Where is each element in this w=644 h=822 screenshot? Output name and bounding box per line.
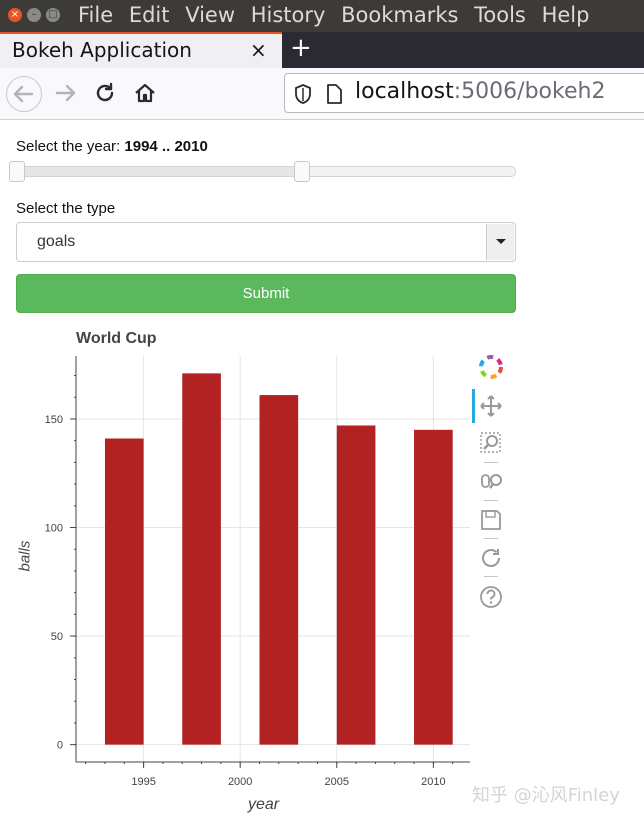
y-tick-label: 100 — [45, 523, 63, 535]
menu-file[interactable]: File — [78, 3, 113, 27]
x-tick-label: 2005 — [325, 776, 349, 788]
tab-close-icon[interactable]: × — [250, 38, 267, 62]
reset-icon[interactable] — [478, 545, 504, 571]
url-host: localhost — [355, 79, 454, 104]
arrow-left-icon — [13, 85, 34, 103]
chevron-down-icon[interactable] — [486, 224, 514, 260]
toolbar-active-indicator — [472, 389, 475, 423]
help-icon[interactable] — [478, 584, 504, 610]
window-close-button[interactable]: × — [8, 8, 22, 22]
forward-button[interactable] — [48, 76, 84, 112]
menu-history[interactable]: History — [251, 3, 326, 27]
shield-icon[interactable] — [293, 83, 313, 105]
bokeh-logo-icon[interactable] — [478, 354, 504, 380]
new-tab-button[interactable]: + — [290, 33, 312, 63]
page-icon — [327, 84, 342, 104]
pan-icon[interactable] — [478, 393, 504, 419]
type-select-label: Select the type — [16, 200, 116, 217]
watermark: 知乎 @沁风Finley — [472, 785, 620, 806]
y-tick-label: 50 — [51, 631, 63, 643]
submit-button[interactable]: Submit — [16, 274, 516, 313]
arrow-right-icon — [55, 84, 76, 102]
toolbar-separator — [484, 462, 498, 463]
bar[interactable] — [414, 429, 453, 745]
tab-strip: Bokeh Application × + — [0, 32, 644, 68]
menu-edit[interactable]: Edit — [129, 3, 170, 27]
x-tick-label: 1995 — [131, 776, 155, 788]
save-icon[interactable] — [478, 507, 504, 533]
menu-list: File Edit View History Bookmarks Tools H… — [78, 3, 598, 27]
year-slider-start-handle[interactable] — [9, 161, 25, 182]
y-axis-label: balls — [16, 540, 34, 572]
bar[interactable] — [104, 438, 144, 745]
bar[interactable] — [336, 425, 376, 745]
toolbar-separator — [484, 576, 498, 577]
tab-bokeh-application[interactable]: Bokeh Application × — [0, 32, 282, 68]
menu-bookmarks[interactable]: Bookmarks — [341, 3, 458, 27]
year-slider-label-text: Select the year: — [16, 138, 125, 155]
type-select[interactable]: goals — [16, 222, 516, 262]
toolbar-separator — [484, 500, 498, 501]
type-select-value: goals — [37, 233, 76, 250]
os-menubar: × – □ File Edit View History Bookmarks T… — [0, 0, 644, 32]
year-slider-label: Select the year: 1994 .. 2010 — [16, 138, 208, 155]
navigation-bar: localhost:5006/bokeh2 — [0, 68, 644, 120]
y-tick-label: 0 — [57, 740, 63, 752]
tab-title: Bokeh Application — [12, 38, 192, 62]
year-slider-end-handle[interactable] — [294, 161, 310, 182]
reload-button[interactable] — [88, 76, 124, 112]
window-minimize-button[interactable]: – — [27, 8, 41, 22]
home-icon — [135, 83, 155, 103]
x-axis-label: year — [248, 796, 280, 813]
url-path: :5006/bokeh2 — [453, 79, 606, 104]
reload-icon — [96, 82, 114, 102]
url-text[interactable]: localhost:5006/bokeh2 — [355, 79, 605, 104]
home-button[interactable] — [128, 76, 164, 112]
window-maximize-button[interactable]: □ — [46, 8, 60, 22]
world-cup-chart[interactable]: 0 50 100 150 1995 2000 2005 2010 — [0, 322, 470, 822]
menu-help[interactable]: Help — [542, 3, 590, 27]
menu-view[interactable]: View — [185, 3, 235, 27]
bar[interactable] — [182, 373, 221, 745]
toolbar-separator — [484, 538, 498, 539]
wheel-zoom-icon[interactable] — [478, 469, 504, 495]
url-bar[interactable]: localhost:5006/bokeh2 — [284, 73, 644, 113]
year-slider-value: 1994 .. 2010 — [124, 138, 208, 155]
menu-tools[interactable]: Tools — [474, 3, 526, 27]
box-zoom-icon[interactable] — [478, 430, 504, 456]
y-tick-label: 150 — [45, 414, 63, 426]
bar[interactable] — [259, 395, 299, 745]
x-tick-label: 2010 — [421, 776, 445, 788]
x-tick-label: 2000 — [228, 776, 252, 788]
year-slider-range — [17, 167, 302, 176]
back-button[interactable] — [6, 76, 42, 112]
